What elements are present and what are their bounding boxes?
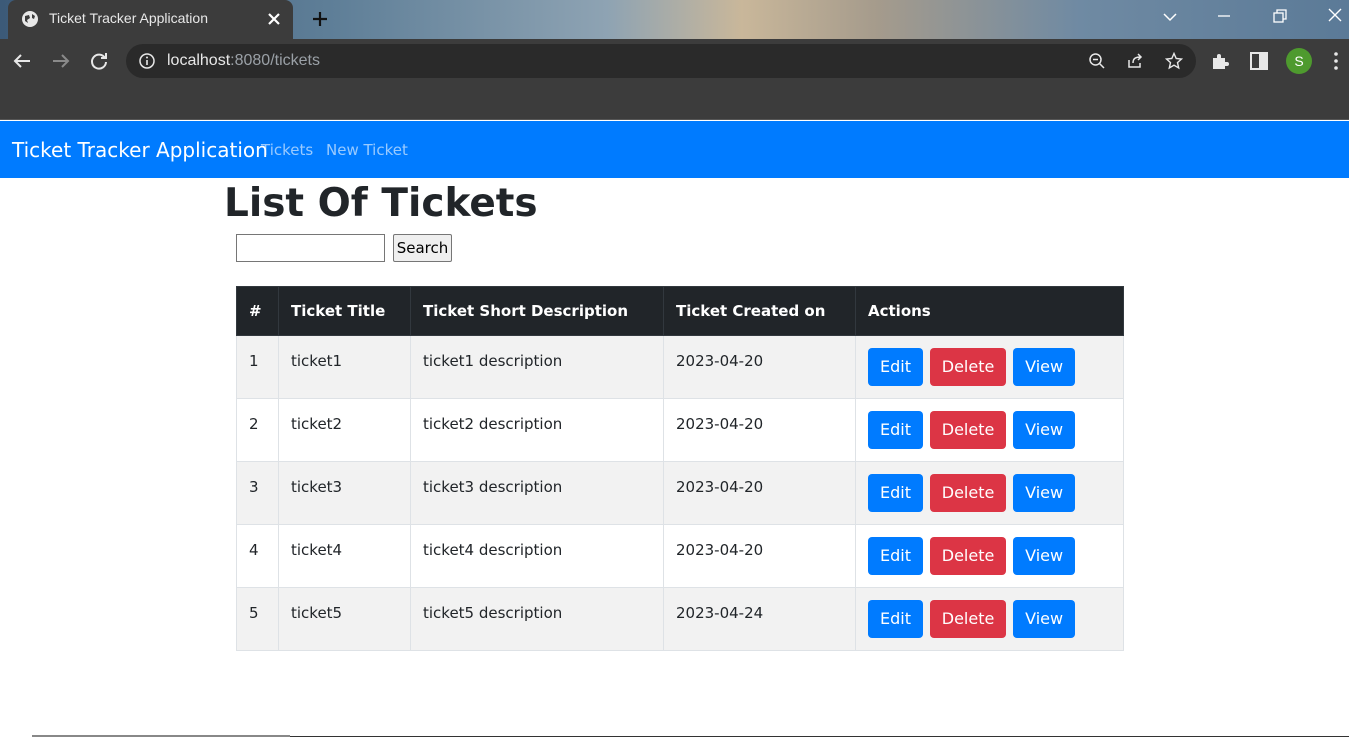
forward-icon[interactable] — [49, 49, 73, 73]
view-button[interactable]: View — [1013, 411, 1076, 449]
view-button[interactable]: View — [1013, 537, 1076, 575]
ticket-created: 2023-04-24 — [663, 587, 856, 651]
globe-icon — [22, 11, 38, 27]
ticket-id: 4 — [236, 524, 279, 588]
browser-tab[interactable]: Ticket Tracker Application — [8, 0, 293, 39]
navbar-brand[interactable]: Ticket Tracker Application — [12, 138, 268, 162]
edit-button[interactable]: Edit — [868, 474, 923, 512]
ticket-created: 2023-04-20 — [663, 461, 856, 525]
edit-button[interactable]: Edit — [868, 600, 923, 638]
nav-link-tickets[interactable]: Tickets — [261, 141, 313, 159]
ticket-actions: Edit Delete View — [855, 335, 1124, 399]
menu-icon[interactable] — [1325, 50, 1347, 72]
ticket-actions: Edit Delete View — [855, 524, 1124, 588]
ticket-title: ticket4 — [278, 524, 411, 588]
ticket-actions: Edit Delete View — [855, 461, 1124, 525]
ticket-description: ticket1 description — [410, 335, 664, 399]
view-button[interactable]: View — [1013, 600, 1076, 638]
page-title: List Of Tickets — [224, 181, 538, 226]
zoom-out-icon[interactable] — [1088, 52, 1106, 70]
table-row: 5 ticket5 ticket5 description 2023-04-24… — [236, 587, 1124, 651]
delete-button[interactable]: Delete — [929, 411, 1007, 449]
plus-icon[interactable] — [309, 8, 331, 30]
view-button[interactable]: View — [1013, 348, 1076, 386]
ticket-description: ticket2 description — [410, 398, 664, 462]
ticket-id: 3 — [236, 461, 279, 525]
search-button[interactable]: Search — [393, 234, 452, 262]
edit-button[interactable]: Edit — [868, 411, 923, 449]
column-header-description: Ticket Short Description — [410, 286, 664, 336]
url-host: localhost — [167, 52, 231, 69]
ticket-title: ticket1 — [278, 335, 411, 399]
url-text: localhost:8080/tickets — [167, 52, 320, 70]
share-icon[interactable] — [1126, 52, 1144, 70]
url-path: :8080/tickets — [230, 52, 320, 69]
column-header-actions: Actions — [855, 286, 1124, 336]
table-row: 3 ticket3 ticket3 description 2023-04-20… — [236, 461, 1124, 525]
table-row: 2 ticket2 ticket2 description 2023-04-20… — [236, 398, 1124, 462]
ticket-description: ticket3 description — [410, 461, 664, 525]
ticket-description: ticket5 description — [410, 587, 664, 651]
bookmark-bar — [0, 83, 1349, 120]
search-input[interactable] — [236, 234, 385, 262]
nav-link-new-ticket[interactable]: New Ticket — [326, 141, 408, 159]
extensions-icon[interactable] — [1209, 50, 1231, 72]
delete-button[interactable]: Delete — [929, 537, 1007, 575]
info-icon[interactable] — [138, 52, 156, 70]
close-icon[interactable] — [265, 10, 283, 28]
ticket-id: 5 — [236, 587, 279, 651]
ticket-actions: Edit Delete View — [855, 587, 1124, 651]
table-row: 1 ticket1 ticket1 description 2023-04-20… — [236, 335, 1124, 399]
table-row: 4 ticket4 ticket4 description 2023-04-20… — [236, 524, 1124, 588]
table-header-row: # Ticket Title Ticket Short Description … — [236, 286, 1124, 336]
reload-icon[interactable] — [87, 49, 111, 73]
ticket-created: 2023-04-20 — [663, 335, 856, 399]
browser-tab-strip: Ticket Tracker Application — [0, 0, 1349, 39]
ticket-title: ticket5 — [278, 587, 411, 651]
edit-button[interactable]: Edit — [868, 348, 923, 386]
side-panel-icon[interactable] — [1248, 50, 1270, 72]
back-icon[interactable] — [10, 49, 34, 73]
column-header-id: # — [236, 286, 279, 336]
address-bar[interactable]: localhost:8080/tickets — [126, 44, 1196, 78]
column-header-created: Ticket Created on — [663, 286, 856, 336]
star-icon[interactable] — [1165, 52, 1183, 70]
browser-toolbar: localhost:8080/tickets S — [0, 39, 1349, 83]
ticket-title: ticket3 — [278, 461, 411, 525]
window-close-icon[interactable] — [1324, 6, 1346, 28]
chevron-down-icon[interactable] — [1159, 6, 1181, 28]
delete-button[interactable]: Delete — [929, 474, 1007, 512]
tab-title: Ticket Tracker Application — [49, 10, 208, 26]
ticket-id: 1 — [236, 335, 279, 399]
ticket-created: 2023-04-20 — [663, 398, 856, 462]
ticket-description: ticket4 description — [410, 524, 664, 588]
profile-avatar[interactable]: S — [1286, 48, 1312, 74]
ticket-id: 2 — [236, 398, 279, 462]
ticket-actions: Edit Delete View — [855, 398, 1124, 462]
app-navbar: Ticket Tracker Application Tickets New T… — [0, 121, 1349, 178]
ticket-title: ticket2 — [278, 398, 411, 462]
edit-button[interactable]: Edit — [868, 537, 923, 575]
delete-button[interactable]: Delete — [929, 600, 1007, 638]
delete-button[interactable]: Delete — [929, 348, 1007, 386]
view-button[interactable]: View — [1013, 474, 1076, 512]
tickets-table: # Ticket Title Ticket Short Description … — [236, 286, 1124, 651]
ticket-created: 2023-04-20 — [663, 524, 856, 588]
column-header-title: Ticket Title — [278, 286, 411, 336]
restore-icon[interactable] — [1269, 6, 1291, 28]
minimize-icon[interactable] — [1213, 6, 1235, 28]
